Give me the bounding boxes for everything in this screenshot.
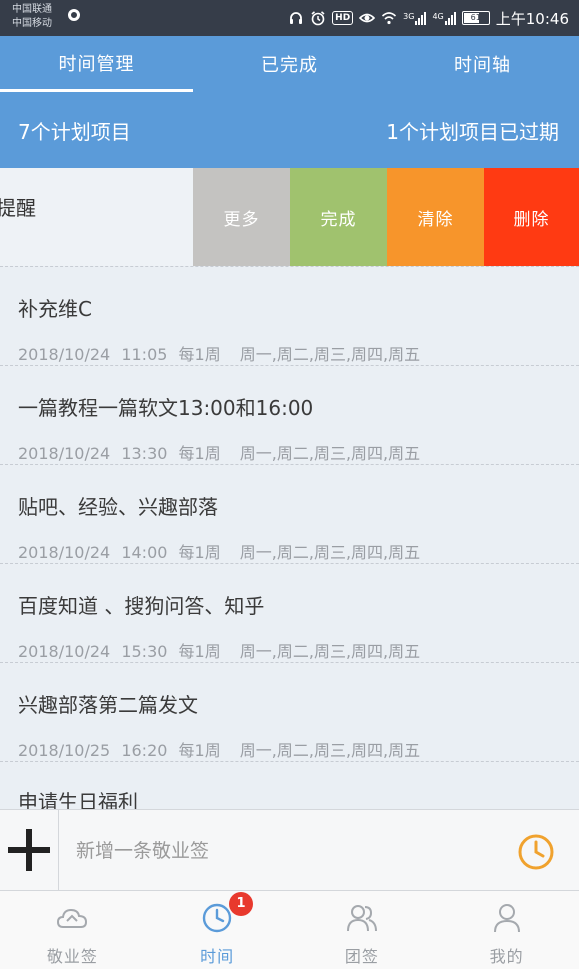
list-item[interactable]: 兴趣部落第二篇发文 2018/10/25 16:20 每1周 周一,周二,周三,… <box>0 662 579 761</box>
item-title: 申请生日福利 <box>18 790 138 809</box>
signal-bars-icon <box>415 11 427 25</box>
item-repeat: 每1周 <box>178 543 221 562</box>
item-title: 兴趣部落第二篇发文 <box>18 693 198 717</box>
item-time: 14:00 <box>121 543 168 562</box>
tab-timeline[interactable]: 时间轴 <box>386 36 579 92</box>
plan-list[interactable]: 补充维C 2018/10/24 11:05 每1周 周一,周二,周三,周四,周五… <box>0 266 579 809</box>
status-icons: HD 3G 4G 61 上午10:46 <box>288 0 569 36</box>
header: 时间管理 已完成 时间轴 7个计划项目 1个计划项目已过期 <box>0 36 579 168</box>
cloud-note-icon <box>57 908 88 928</box>
tab-completed[interactable]: 已完成 <box>193 36 386 92</box>
status-time: 上午10:46 <box>495 9 569 28</box>
item-title: 百度知道 、搜狗问答、知乎 <box>18 594 265 618</box>
list-item[interactable]: 百度知道 、搜狗问答、知乎 2018/10/24 15:30 每1周 周一,周二… <box>0 563 579 662</box>
nav-time[interactable]: 时间 <box>145 891 290 969</box>
swiped-list-item[interactable]: 提醒 更多 完成 清除 删除 <box>0 168 579 266</box>
item-meta: 2018/10/24 14:00 每1周 周一,周二,周三,周四,周五 <box>18 539 420 563</box>
delete-button[interactable]: 删除 <box>484 168 579 266</box>
nav-label: 敬业签 <box>46 947 98 966</box>
item-repeat: 每1周 <box>178 741 221 760</box>
plus-icon[interactable] <box>0 810 59 890</box>
tab-bar: 时间管理 已完成 时间轴 <box>0 36 579 92</box>
list-item[interactable]: 补充维C 2018/10/24 11:05 每1周 周一,周二,周三,周四,周五 <box>0 266 579 365</box>
add-note-bar <box>0 809 579 891</box>
status-bar: 中国联通 中国移动 HD 3G 4G 61 上午10:46 <box>0 0 579 36</box>
network-4g-label: 4G <box>432 12 444 21</box>
item-days: 周一,周二,周三,周四,周五 <box>239 444 421 463</box>
nav-jingyeqian[interactable]: 敬业签 <box>0 891 145 969</box>
item-repeat: 每1周 <box>178 642 221 661</box>
item-time: 11:05 <box>121 345 168 364</box>
group-icon <box>346 905 377 932</box>
complete-button[interactable]: 完成 <box>290 168 387 266</box>
bottom-nav: 敬业签 时间 团签 我的 <box>0 891 579 969</box>
item-time: 15:30 <box>121 642 168 661</box>
item-title: 补充维C <box>18 297 92 321</box>
item-time: 16:20 <box>121 741 168 760</box>
item-repeat: 每1周 <box>178 345 221 364</box>
hd-icon: HD <box>332 11 354 25</box>
headphone-icon <box>290 12 303 24</box>
item-days: 周一,周二,周三,周四,周五 <box>239 741 421 760</box>
tab-time-management[interactable]: 时间管理 <box>0 36 193 92</box>
item-date: 2018/10/24 <box>18 642 111 661</box>
item-meta: 2018/10/24 13:30 每1周 周一,周二,周三,周四,周五 <box>18 440 420 464</box>
clock-icon[interactable] <box>516 831 556 871</box>
item-days: 周一,周二,周三,周四,周五 <box>239 345 421 364</box>
carrier-info: 中国联通 中国移动 <box>12 3 52 31</box>
signal-bars-icon <box>444 11 456 25</box>
swiped-item-title: 提醒 <box>0 196 36 220</box>
plan-count: 7个计划项目 <box>18 120 131 144</box>
item-title: 一篇教程一篇软文13:00和16:00 <box>18 396 314 420</box>
battery-icon: 61 <box>461 11 490 25</box>
carrier-1: 中国联通 <box>12 4 52 15</box>
nav-label: 团签 <box>344 947 379 966</box>
eye-icon <box>359 13 376 23</box>
item-days: 周一,周二,周三,周四,周五 <box>239 543 421 562</box>
item-date: 2018/10/25 <box>18 741 111 760</box>
signal-3g: 3G <box>403 11 427 25</box>
more-button[interactable]: 更多 <box>193 168 290 266</box>
network-3g-label: 3G <box>403 12 415 21</box>
item-repeat: 每1周 <box>178 444 221 463</box>
clear-button[interactable]: 清除 <box>387 168 484 266</box>
nav-mine[interactable]: 我的 <box>434 891 579 969</box>
alarm-icon <box>311 11 325 26</box>
notification-badge: 1 <box>229 892 253 916</box>
carrier-2: 中国移动 <box>12 18 52 29</box>
person-icon <box>493 904 520 933</box>
item-days: 周一,周二,周三,周四,周五 <box>239 642 421 661</box>
item-meta: 2018/10/24 15:30 每1周 周一,周二,周三,周四,周五 <box>18 638 420 662</box>
item-meta: 2018/10/25 16:20 每1周 周一,周二,周三,周四,周五 <box>18 737 420 761</box>
nav-label: 时间 <box>200 947 235 966</box>
nav-label: 我的 <box>489 947 524 966</box>
item-date: 2018/10/24 <box>18 345 111 364</box>
item-time: 13:30 <box>121 444 168 463</box>
signal-4g: 4G <box>432 11 456 25</box>
notification-ring-icon <box>68 9 80 21</box>
expired-count[interactable]: 1个计划项目已过期 <box>386 116 559 145</box>
new-note-input[interactable] <box>74 832 478 870</box>
item-date: 2018/10/24 <box>18 444 111 463</box>
list-item[interactable]: 贴吧、经验、兴趣部落 2018/10/24 14:00 每1周 周一,周二,周三… <box>0 464 579 563</box>
item-date: 2018/10/24 <box>18 543 111 562</box>
item-title: 贴吧、经验、兴趣部落 <box>18 495 218 519</box>
battery-level: 61 <box>470 13 481 22</box>
wifi-icon <box>382 12 397 25</box>
plan-summary: 7个计划项目 1个计划项目已过期 <box>0 94 579 168</box>
list-item[interactable]: 一篇教程一篇软文13:00和16:00 2018/10/24 13:30 每1周… <box>0 365 579 464</box>
nav-team[interactable]: 团签 <box>290 891 435 969</box>
list-item[interactable]: 申请生日福利 <box>0 761 579 809</box>
item-meta: 2018/10/24 11:05 每1周 周一,周二,周三,周四,周五 <box>18 341 420 365</box>
